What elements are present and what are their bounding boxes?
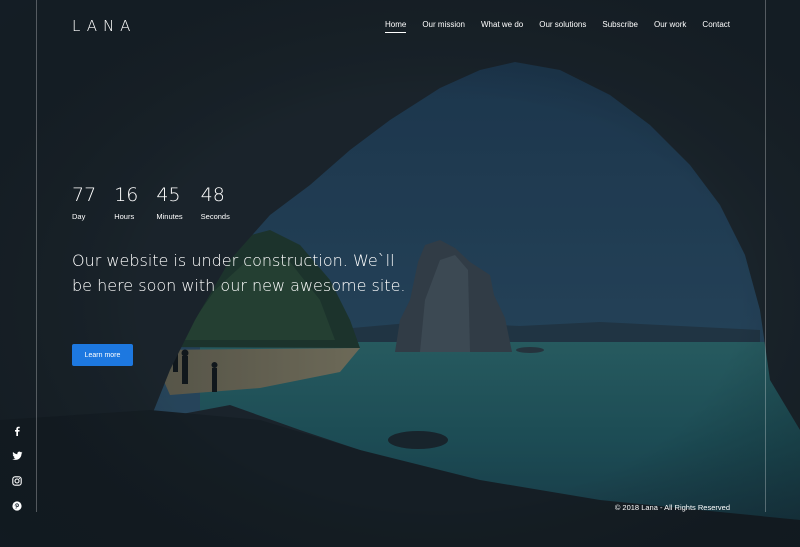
twitter-icon[interactable]: [11, 450, 23, 462]
countdown-hours: 16 Hours: [114, 184, 138, 221]
nav-item-our-mission[interactable]: Our mission: [422, 20, 465, 33]
countdown-days: 77 Day: [72, 184, 96, 221]
countdown: 77 Day 16 Hours 45 Minutes 48 Seconds: [72, 184, 248, 221]
nav-item-subscribe[interactable]: Subscribe: [602, 20, 638, 33]
hero-headline: Our website is under construction. We`ll…: [72, 251, 406, 295]
countdown-value: 77: [72, 184, 97, 206]
countdown-minutes: 45 Minutes: [156, 184, 182, 221]
nav-item-what-we-do[interactable]: What we do: [481, 20, 523, 33]
countdown-label: Day: [72, 212, 86, 221]
copyright-text: © 2018 Lana - All Rights Reserved: [614, 503, 730, 512]
main-nav: Home Our mission What we do Our solution…: [384, 20, 730, 33]
countdown-value: 48: [200, 184, 225, 206]
frame-line-left: [36, 0, 37, 512]
learn-more-button[interactable]: Learn more: [72, 344, 133, 366]
frame-line-right: [765, 0, 766, 512]
countdown-label: Hours: [114, 212, 135, 221]
countdown-label: Seconds: [200, 212, 230, 221]
nav-item-home[interactable]: Home: [384, 20, 407, 33]
facebook-icon[interactable]: [11, 425, 23, 437]
nav-item-our-work[interactable]: Our work: [654, 20, 686, 33]
nav-item-contact[interactable]: Contact: [702, 20, 730, 33]
countdown-label: Minutes: [156, 212, 183, 221]
countdown-seconds: 48 Seconds: [201, 184, 230, 221]
nav-item-our-solutions[interactable]: Our solutions: [539, 20, 586, 33]
pinterest-icon[interactable]: [11, 500, 23, 512]
logo[interactable]: LANA: [72, 17, 136, 35]
instagram-icon[interactable]: [11, 475, 23, 487]
countdown-value: 45: [156, 184, 181, 206]
countdown-value: 16: [114, 184, 139, 206]
social-links: [11, 425, 23, 512]
page: LANA Home Our mission What we do Our sol…: [0, 0, 800, 547]
